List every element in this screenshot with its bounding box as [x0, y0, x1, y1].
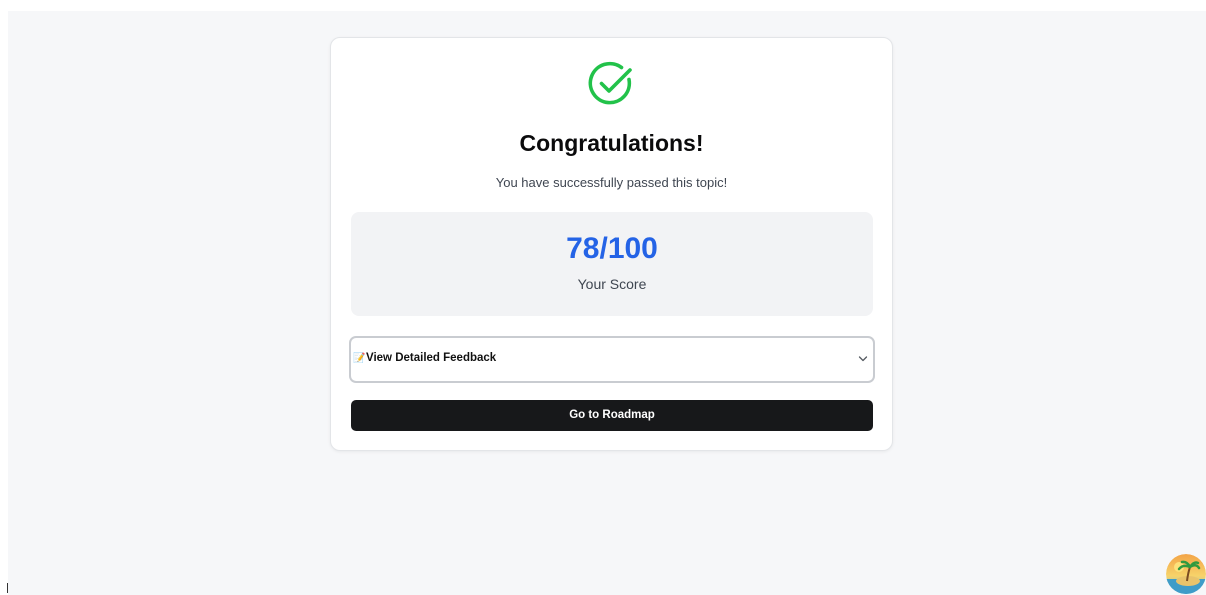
- go-to-roadmap-button[interactable]: Go to Roadmap: [351, 400, 873, 431]
- score-value: 78/100: [566, 232, 658, 265]
- text-cursor: [7, 583, 8, 593]
- congratulations-heading: Congratulations!: [519, 130, 704, 156]
- page-background: Congratulations! You have successfully p…: [8, 11, 1206, 595]
- avatar[interactable]: [1166, 554, 1206, 594]
- score-panel: 78/100 Your Score: [351, 212, 873, 316]
- check-circle-icon: [588, 61, 632, 105]
- detailed-feedback-dropdown[interactable]: 📝 View Detailed Feedback: [349, 336, 875, 383]
- memo-icon: 📝: [353, 353, 366, 364]
- score-label: Your Score: [577, 276, 647, 292]
- island-avatar-icon: [1166, 554, 1206, 594]
- result-card: Congratulations! You have successfully p…: [330, 37, 893, 451]
- pass-message: You have successfully passed this topic!: [495, 175, 728, 190]
- feedback-label: View Detailed Feedback: [366, 352, 497, 364]
- chevron-down-icon: [858, 356, 868, 362]
